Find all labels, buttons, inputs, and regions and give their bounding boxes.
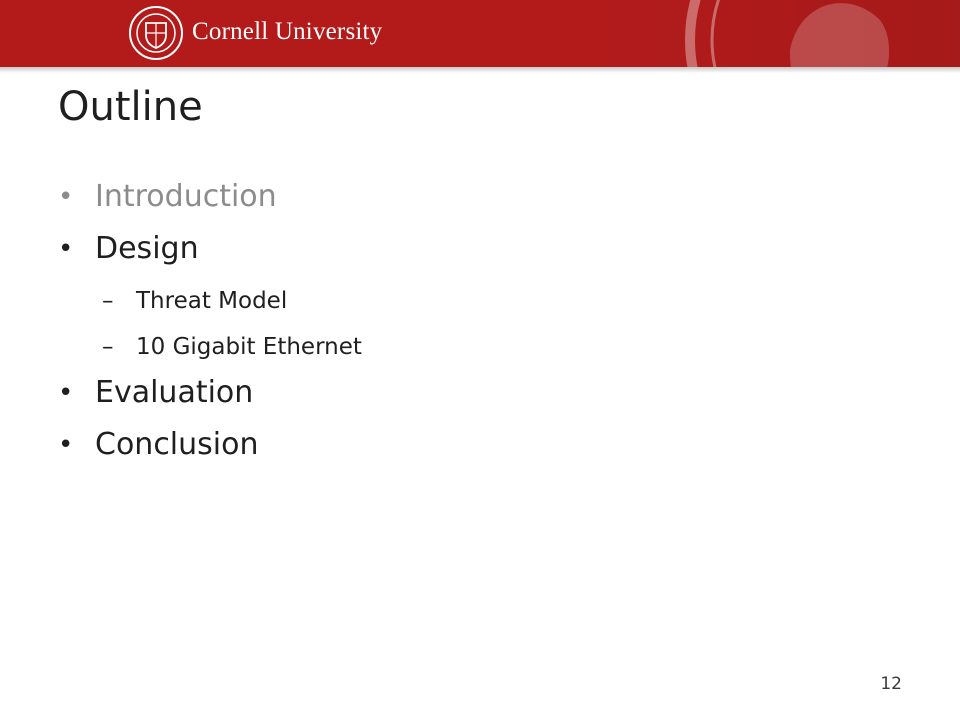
outline-item-conclusion: Conclusion — [58, 422, 362, 474]
outline-subitem-threat-model: Threat Model — [58, 278, 362, 324]
brand-name: Cornell University — [192, 18, 383, 45]
outline-item-design: Design — [58, 226, 362, 278]
page-number: 12 — [880, 674, 902, 694]
header-shadow — [0, 67, 960, 73]
outline-subitem-10-gigabit-ethernet: 10 Gigabit Ethernet — [58, 324, 362, 370]
cornell-seal-icon — [129, 6, 183, 60]
outline-list: Introduction Design Threat Model 10 Giga… — [58, 174, 362, 474]
outline-item-introduction: Introduction — [58, 174, 362, 226]
outline-item-evaluation: Evaluation — [58, 370, 362, 422]
header-bar: Cornell University — [0, 0, 960, 67]
medallion-portrait-icon — [685, 0, 890, 67]
slide-title: Outline — [58, 84, 203, 130]
